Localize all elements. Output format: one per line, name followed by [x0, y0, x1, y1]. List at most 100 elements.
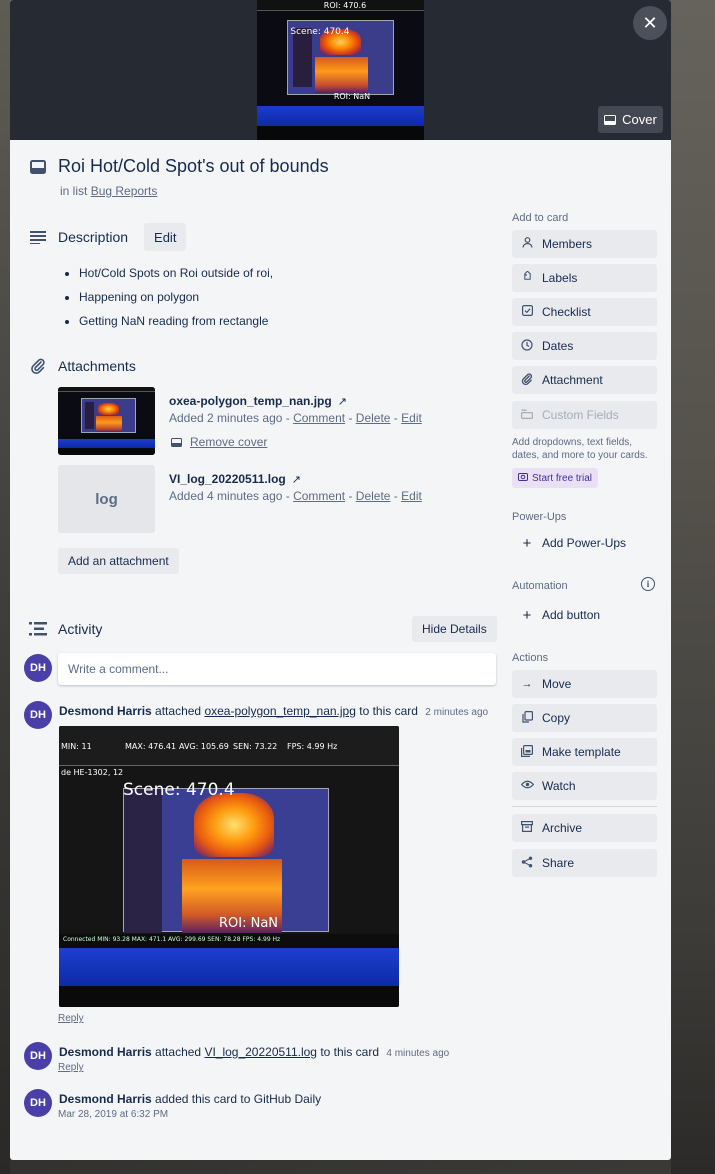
comment-input[interactable] — [58, 653, 496, 685]
cover-button[interactable]: Cover — [598, 106, 663, 133]
checkbox-icon — [521, 305, 533, 319]
attachment-thumbnail[interactable]: log — [58, 465, 155, 533]
add-attachment-button[interactable]: Add an attachment — [58, 548, 179, 574]
image-max-text: MAX: 476.41 — [125, 742, 177, 751]
share-icon — [521, 856, 533, 871]
attachment-name[interactable]: oxea-polygon_temp_nan.jpg ↗ — [169, 394, 347, 408]
attachment-comment-link[interactable]: Comment — [293, 489, 345, 503]
image-status-text: Connected MIN: 93.28 MAX: 471.1 AVG: 299… — [63, 936, 281, 943]
archive-icon — [521, 821, 534, 835]
make-template-button[interactable]: Make template — [512, 738, 657, 766]
dates-button[interactable]: Dates — [512, 332, 657, 360]
reply-link[interactable]: Reply — [58, 1013, 84, 1024]
plus-icon: + — [522, 534, 532, 552]
attachment-comment-link[interactable]: Comment — [293, 411, 345, 425]
card-icon — [171, 437, 182, 447]
custom-fields-button[interactable]: Custom Fields — [512, 401, 657, 429]
activity-attachment-link[interactable]: oxea-polygon_temp_nan.jpg — [204, 704, 355, 718]
description-heading: Description — [58, 229, 129, 245]
close-icon: ✕ — [642, 12, 658, 33]
custom-fields-promo: Add dropdowns, text fields, dates, and m… — [512, 437, 648, 461]
archive-button[interactable]: Archive — [512, 814, 657, 842]
person-icon — [521, 237, 533, 251]
card-icon — [604, 114, 617, 125]
card-title[interactable]: Roi Hot/Cold Spot's out of bounds — [58, 156, 329, 177]
image-sen-text: SEN: 73.22 — [233, 742, 278, 751]
card-modal: ROI: 470.6 Scene: 470.4 ROI: NaN ✕ Cover — [10, 0, 671, 1160]
copy-icon — [521, 710, 533, 726]
share-button[interactable]: Share — [512, 849, 657, 877]
attachment-item: oxea-polygon_temp_nan.jpg ↗ Added 2 minut… — [58, 387, 498, 455]
tag-icon — [521, 270, 533, 285]
checklist-button[interactable]: Checklist — [512, 298, 657, 326]
attachments-header: Attachments — [28, 356, 136, 376]
activity-user[interactable]: Desmond Harris — [59, 1045, 152, 1059]
labels-button[interactable]: Labels — [512, 264, 657, 292]
close-button[interactable]: ✕ — [633, 6, 667, 40]
activity-attachment-link[interactable]: VI_log_20220511.log — [204, 1045, 317, 1059]
attachment-name[interactable]: VI_log_20220511.log ↗ — [169, 472, 301, 486]
description-edit-button[interactable]: Edit — [144, 223, 187, 251]
activity-time[interactable]: 2 minutes ago — [425, 707, 488, 718]
description-item: Getting NaN reading from rectangle — [79, 313, 273, 337]
copy-button[interactable]: Copy — [512, 704, 657, 732]
attachment-thumbnail[interactable] — [58, 387, 155, 455]
external-link-icon: ↗ — [337, 396, 347, 408]
attachment-button[interactable]: Attachment — [512, 366, 657, 394]
avatar[interactable]: DH — [24, 701, 52, 729]
add-powerups-button[interactable]: + Add Power-Ups — [512, 529, 657, 557]
actions-label: Actions — [512, 652, 549, 664]
card-cover: ROI: 470.6 Scene: 470.4 ROI: NaN ✕ Cover — [10, 0, 671, 140]
remove-cover: Remove cover — [171, 435, 267, 449]
description-item: Hot/Cold Spots on Roi outside of roi, — [79, 265, 273, 289]
image-device-text: de HE-1302, 12 — [61, 768, 124, 777]
cover-scene-text: Scene: 470.4 — [290, 26, 350, 37]
avatar[interactable]: DH — [24, 1042, 52, 1070]
activity-user[interactable]: Desmond Harris — [59, 1092, 152, 1106]
attachment-edit-link[interactable]: Edit — [401, 411, 422, 425]
camera-icon — [518, 472, 528, 484]
activity-header: Activity — [28, 619, 102, 639]
reply-link[interactable]: Reply — [58, 1062, 84, 1073]
plus-icon: + — [522, 606, 532, 624]
hide-details-button[interactable]: Hide Details — [412, 616, 497, 642]
powerups-label: Power-Ups — [512, 511, 567, 523]
list-prefix: in list — [60, 184, 88, 198]
fields-icon — [521, 409, 534, 422]
activity-time[interactable]: 4 minutes ago — [386, 1048, 449, 1059]
add-to-card-label: Add to card — [512, 212, 569, 224]
description-icon — [28, 227, 48, 247]
sidebar-divider — [512, 806, 657, 807]
attachment-meta: Added 4 minutes ago - Comment - Delete -… — [169, 489, 422, 503]
start-trial-button[interactable]: Start free trial — [512, 468, 599, 488]
list-link[interactable]: Bug Reports — [91, 184, 158, 198]
clock-icon — [521, 338, 533, 354]
image-roi-text: ROI: NaN — [219, 916, 279, 931]
add-button-button[interactable]: + Add button — [512, 601, 657, 629]
members-button[interactable]: Members — [512, 230, 657, 258]
cover-roi-nan-text: ROI: NaN — [333, 92, 371, 102]
template-icon — [521, 744, 534, 760]
activity-entry: Desmond Harris attached VI_log_20220511.… — [59, 1045, 450, 1059]
description-header: Description Edit — [28, 223, 187, 251]
cover-button-label: Cover — [622, 112, 657, 127]
activity-icon — [28, 619, 48, 639]
activity-date[interactable]: Mar 28, 2019 at 6:32 PM — [58, 1109, 168, 1120]
avatar[interactable]: DH — [24, 1089, 52, 1117]
image-min-text: MIN: 11 — [61, 742, 92, 751]
cover-image: ROI: 470.6 Scene: 470.4 ROI: NaN — [257, 0, 424, 140]
attachment-delete-link[interactable]: Delete — [356, 489, 391, 503]
activity-user[interactable]: Desmond Harris — [59, 704, 152, 718]
attachment-delete-link[interactable]: Delete — [356, 411, 391, 425]
avatar[interactable]: DH — [24, 654, 52, 682]
move-button[interactable]: → Move — [512, 670, 657, 698]
attachment-meta: Added 2 minutes ago - Comment - Delete -… — [169, 411, 422, 425]
external-link-icon: ↗ — [291, 474, 301, 486]
activity-entry: Desmond Harris attached oxea-polygon_tem… — [59, 704, 489, 718]
remove-cover-link[interactable]: Remove cover — [190, 435, 267, 449]
info-icon[interactable]: i — [641, 577, 655, 591]
card-icon — [28, 157, 48, 177]
activity-attachment-image[interactable]: MIN: 11 MAX: 476.41 AVG: 105.69 SEN: 73.… — [59, 726, 399, 1007]
attachment-edit-link[interactable]: Edit — [401, 489, 422, 503]
watch-button[interactable]: Watch — [512, 772, 657, 800]
